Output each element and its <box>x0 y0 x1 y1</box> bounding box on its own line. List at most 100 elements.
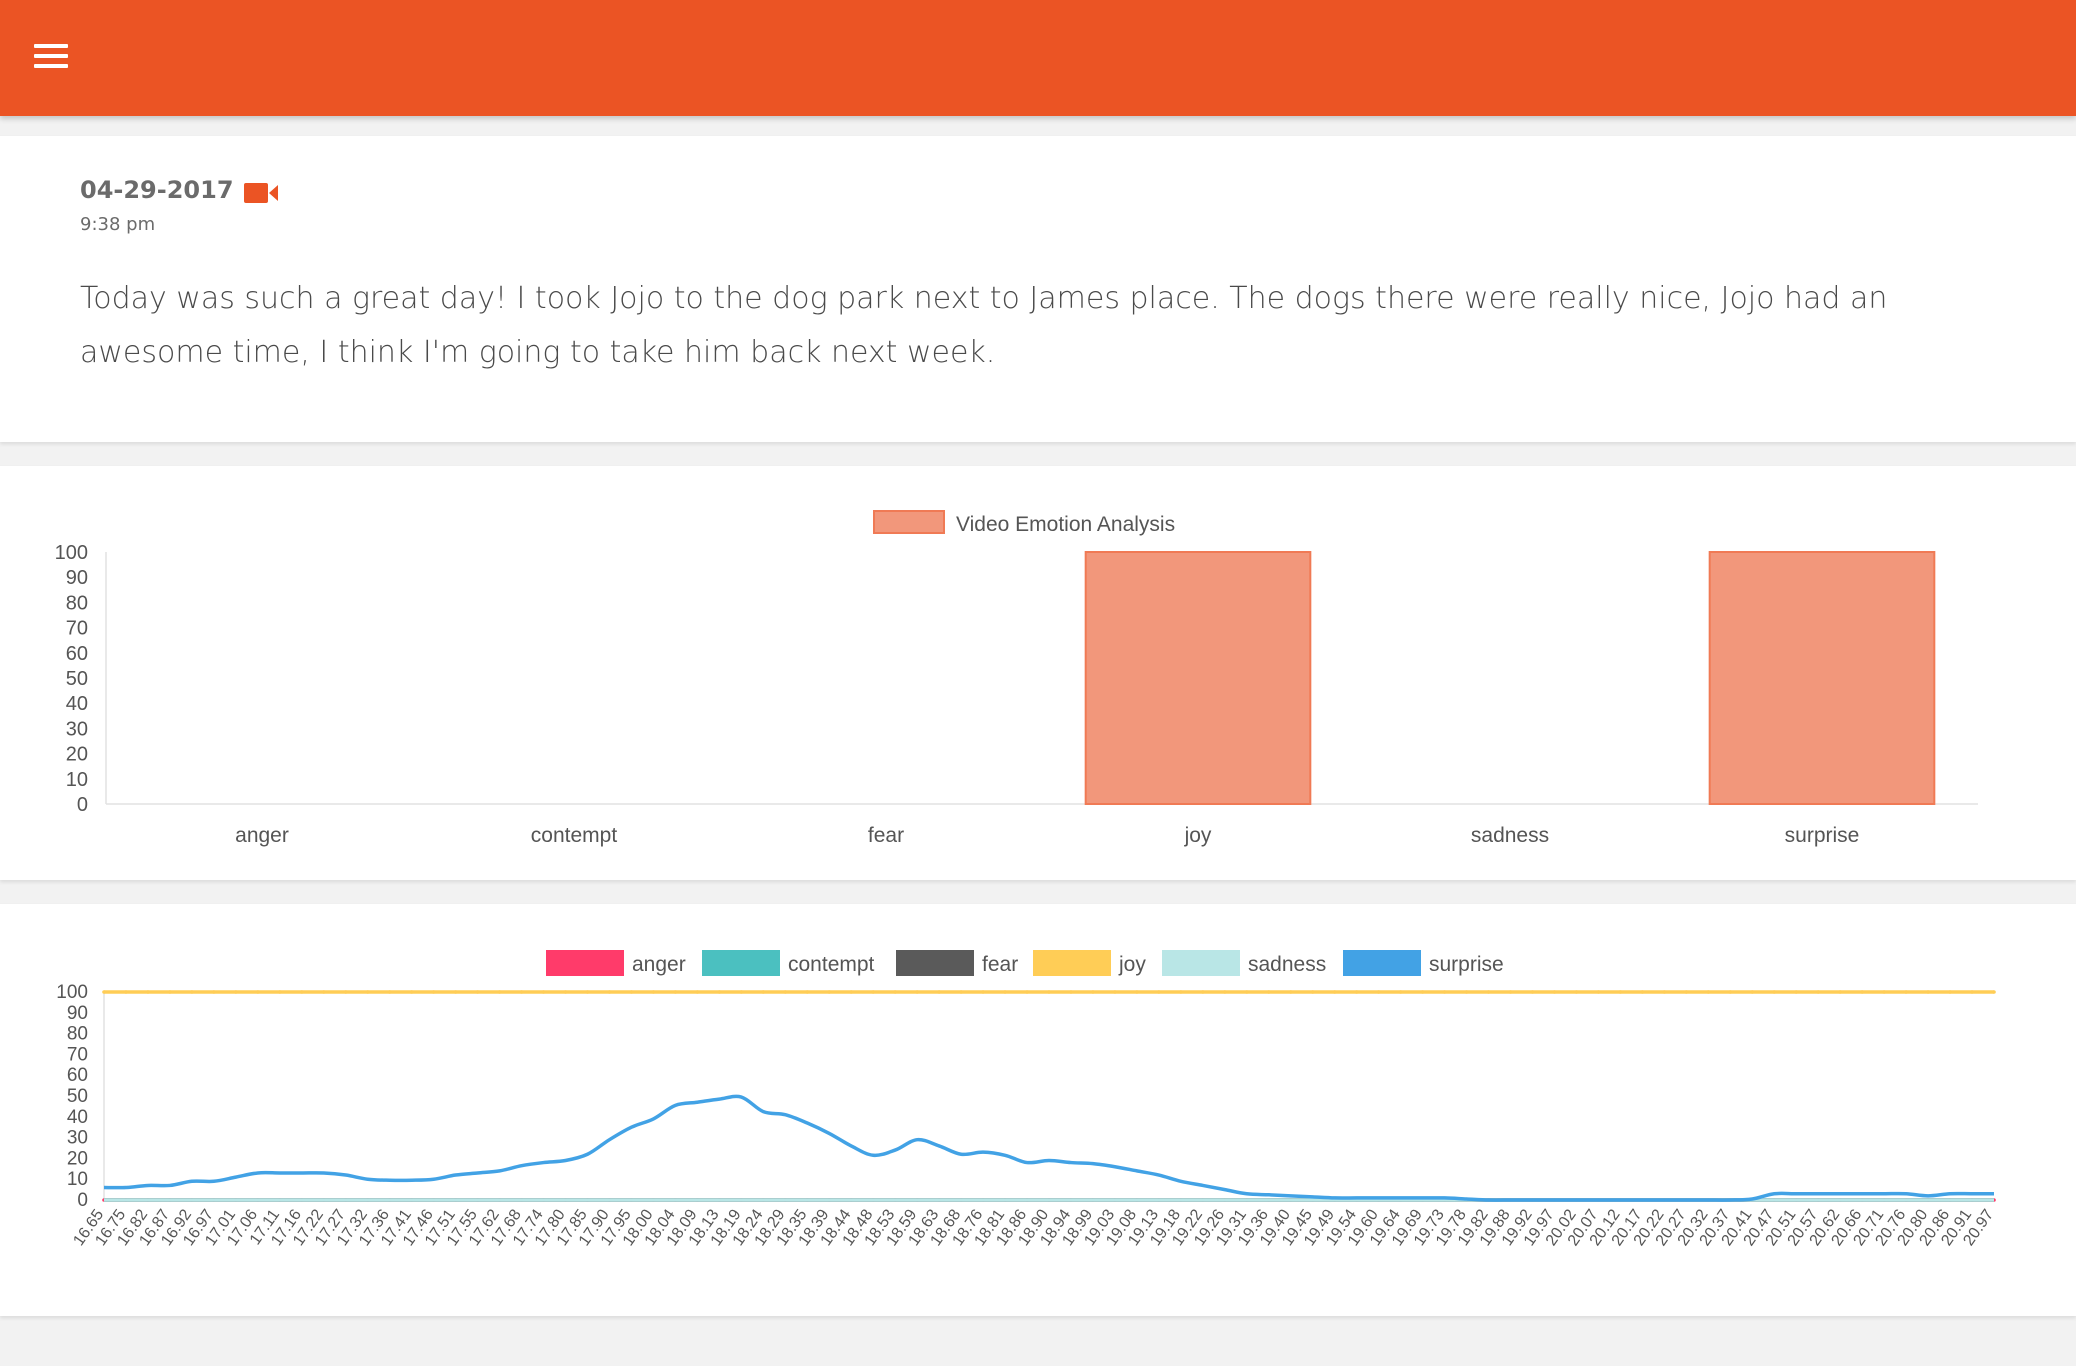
data-point-joy <box>1750 990 1755 994</box>
hamburger-menu-icon[interactable] <box>34 44 70 72</box>
legend-swatch-sadness <box>1162 950 1240 976</box>
data-point-joy <box>475 990 480 994</box>
x-tick-label: fear <box>868 824 904 847</box>
legend-label: joy <box>1118 953 1146 976</box>
legend-label: contempt <box>788 953 875 976</box>
legend-swatch-contempt <box>702 950 780 976</box>
y-tick-label: 60 <box>67 1065 88 1086</box>
data-point-joy <box>1684 990 1689 994</box>
x-tick-label: anger <box>235 824 289 847</box>
video-camera-icon[interactable] <box>244 181 280 205</box>
data-point-joy <box>761 990 766 994</box>
legend-swatch-surprise <box>1343 950 1421 976</box>
legend-swatch-joy <box>1033 950 1111 976</box>
data-point-joy <box>827 990 832 994</box>
data-point-joy <box>1816 990 1820 994</box>
data-point-joy <box>1552 990 1557 994</box>
data-point-joy <box>1530 990 1535 994</box>
data-point-joy <box>1706 990 1711 994</box>
data-point-joy <box>1640 990 1645 994</box>
data-point-joy <box>1508 990 1513 994</box>
series-line-surprise <box>103 1094 1994 1202</box>
data-point-joy <box>299 990 304 994</box>
data-point-joy <box>1157 990 1161 994</box>
data-point-joy <box>1948 990 1952 994</box>
data-point-joy <box>1486 990 1491 994</box>
data-point-joy <box>1904 990 1908 994</box>
entry-time: 9:38 pm <box>80 214 156 235</box>
data-point-joy <box>1376 990 1381 994</box>
data-point-joy <box>1179 990 1183 994</box>
y-tick-label: 10 <box>66 769 88 791</box>
y-tick-label: 100 <box>56 982 88 1003</box>
data-point-joy <box>1113 990 1117 994</box>
app-header <box>0 0 2076 116</box>
data-point-joy <box>519 990 524 994</box>
y-tick-label: 0 <box>77 794 88 816</box>
data-point-joy <box>629 990 634 994</box>
legend-label: anger <box>632 953 686 976</box>
emotion-timeline-line-chart: 010203040506070809010016.6516.7516.8216.… <box>56 950 1997 1249</box>
data-point-joy <box>717 990 722 994</box>
data-point-joy <box>541 990 546 994</box>
data-point-joy <box>1882 990 1886 994</box>
y-tick-label: 70 <box>67 1044 88 1065</box>
y-tick-label: 20 <box>67 1148 88 1169</box>
data-point-joy <box>981 990 985 994</box>
data-point-joy <box>278 990 282 994</box>
data-point-joy <box>585 990 590 994</box>
y-tick-label: 70 <box>66 618 88 640</box>
legend-label: sadness <box>1248 953 1326 976</box>
data-point-joy <box>1596 990 1601 994</box>
data-point-joy <box>1332 990 1337 994</box>
data-point-joy <box>1047 990 1051 994</box>
legend-label: surprise <box>1429 953 1504 976</box>
x-tick-label: surprise <box>1785 824 1860 847</box>
x-tick-label: joy <box>1184 824 1212 847</box>
video-emotion-bar-chart: 0 10 20 30 40 50 60 70 80 90 100 anger contempt fear j… <box>55 510 1978 847</box>
y-tick-label: 60 <box>66 643 88 665</box>
data-point-joy <box>673 990 678 994</box>
data-point-joy <box>1662 990 1667 994</box>
y-tick-label: 100 <box>55 542 88 564</box>
y-tick-label: 30 <box>66 718 88 740</box>
y-tick-label: 50 <box>66 668 88 690</box>
data-point-joy <box>1860 990 1864 994</box>
data-point-joy <box>871 990 875 994</box>
data-point-joy <box>1003 990 1007 994</box>
data-point-joy <box>234 990 238 994</box>
data-point-joy <box>1069 990 1073 994</box>
data-point-joy <box>1223 990 1227 994</box>
data-point-joy <box>387 990 392 994</box>
data-point-joy <box>1354 990 1359 994</box>
data-point-joy <box>937 990 941 994</box>
data-point-joy <box>651 990 656 994</box>
y-tick-label: 80 <box>67 1024 88 1045</box>
bar-surprise <box>1708 551 1936 805</box>
x-tick-label: sadness <box>1471 824 1549 847</box>
data-point-joy <box>409 990 414 994</box>
data-point-joy <box>497 990 502 994</box>
y-tick-label: 90 <box>67 1003 88 1024</box>
data-point-joy <box>212 990 216 994</box>
data-point-joy <box>343 990 348 994</box>
y-tick-label: 50 <box>67 1086 88 1107</box>
entry-date: 04-29-2017 <box>80 176 234 204</box>
data-point-joy <box>1464 990 1469 994</box>
data-point-joy <box>1288 990 1293 994</box>
data-point-joy <box>1574 990 1579 994</box>
data-point-joy <box>146 990 150 994</box>
data-point-joy <box>190 990 194 994</box>
y-tick-label: 10 <box>67 1169 88 1190</box>
data-point-joy <box>1398 990 1403 994</box>
legend-label: fear <box>982 953 1018 976</box>
data-point-joy <box>1025 990 1029 994</box>
y-tick-label: 40 <box>66 693 88 715</box>
y-tick-label: 80 <box>66 592 88 614</box>
data-point-joy <box>1992 990 1996 994</box>
data-point-joy <box>959 990 963 994</box>
data-point-joy <box>1772 990 1777 994</box>
data-point-joy <box>256 990 260 994</box>
y-tick-label: 30 <box>67 1128 88 1149</box>
y-tick-label: 90 <box>66 567 88 589</box>
